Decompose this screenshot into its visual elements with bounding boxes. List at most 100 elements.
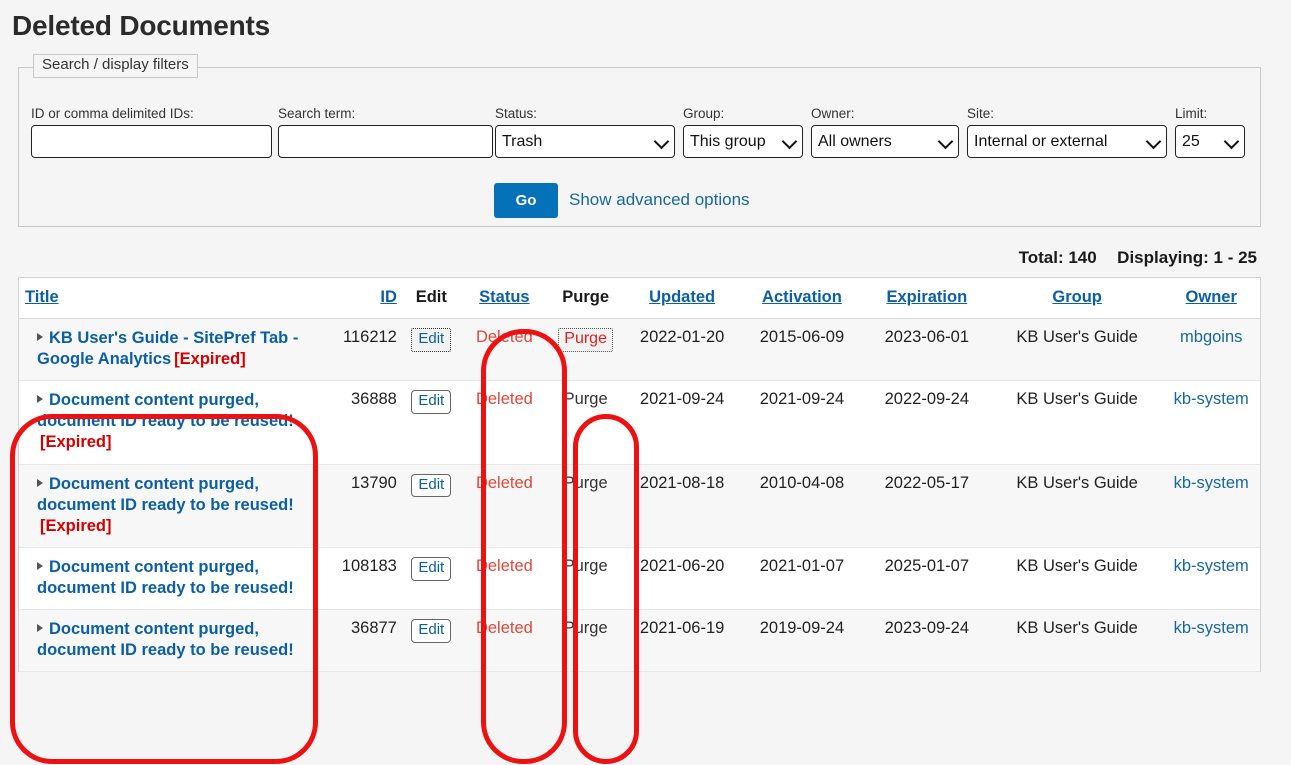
cell-activation: 2019-09-24 xyxy=(742,610,862,672)
table-row: Document content purged, document ID rea… xyxy=(19,610,1260,672)
show-advanced-options-link[interactable]: Show advanced options xyxy=(569,190,750,210)
status-badge: Deleted xyxy=(476,390,533,408)
purge-button[interactable]: Purge xyxy=(564,390,608,408)
sort-updated-link[interactable]: Updated xyxy=(649,288,715,306)
cell-updated: 2021-06-20 xyxy=(622,547,742,609)
edit-button[interactable]: Edit xyxy=(411,390,451,414)
status-select[interactable]: Trash xyxy=(495,125,675,158)
owner-link[interactable]: kb-system xyxy=(1174,619,1249,637)
document-title-link[interactable]: Document content purged, document ID rea… xyxy=(37,475,294,514)
header-edit: Edit xyxy=(403,278,460,319)
cell-updated: 2021-08-18 xyxy=(622,464,742,547)
purge-button[interactable]: Purge xyxy=(564,557,608,575)
status-badge: Deleted xyxy=(476,474,533,492)
cell-owner: mbgoins xyxy=(1162,319,1260,381)
expand-triangle-icon[interactable] xyxy=(37,333,43,341)
cell-updated: 2021-06-19 xyxy=(622,610,742,672)
cell-purge: Purge xyxy=(549,464,622,547)
purge-button[interactable]: Purge xyxy=(564,619,608,637)
cell-title: KB User's Guide - SitePref Tab - Google … xyxy=(19,319,324,381)
edit-button[interactable]: Edit xyxy=(411,619,451,643)
table-row: KB User's Guide - SitePref Tab - Google … xyxy=(19,319,1260,381)
cell-edit: Edit xyxy=(403,464,460,547)
sort-status-link[interactable]: Status xyxy=(479,288,529,306)
cell-title: Document content purged, document ID rea… xyxy=(19,464,324,547)
owner-select-wrap: All owners xyxy=(811,125,959,158)
cell-edit: Edit xyxy=(403,319,460,381)
cell-status: Deleted xyxy=(460,610,549,672)
ids-input[interactable] xyxy=(31,125,272,158)
limit-field-group: Limit: 25 xyxy=(1175,106,1245,158)
sort-id-link[interactable]: ID xyxy=(380,288,397,306)
cell-status: Deleted xyxy=(460,319,549,381)
site-select[interactable]: Internal or external xyxy=(967,125,1167,158)
filters-legend: Search / display filters xyxy=(33,54,198,78)
total-count: Total: 140 xyxy=(1019,248,1097,267)
status-label: Status: xyxy=(495,106,675,121)
cell-status: Deleted xyxy=(460,547,549,609)
cell-activation: 2021-09-24 xyxy=(742,381,862,464)
cell-activation: 2015-06-09 xyxy=(742,319,862,381)
cell-activation: 2010-04-08 xyxy=(742,464,862,547)
owner-link[interactable]: kb-system xyxy=(1174,390,1249,408)
purge-button[interactable]: Purge xyxy=(558,328,613,352)
site-select-wrap: Internal or external xyxy=(967,125,1167,158)
expand-triangle-icon[interactable] xyxy=(37,479,43,487)
sort-title-link[interactable]: Title xyxy=(25,288,59,306)
header-updated: Updated xyxy=(622,278,742,319)
cell-expiration: 2023-06-01 xyxy=(862,319,992,381)
edit-button[interactable]: Edit xyxy=(411,557,451,581)
cell-status: Deleted xyxy=(460,381,549,464)
cell-purge: Purge xyxy=(549,610,622,672)
expired-badge: [Expired] xyxy=(40,517,112,535)
go-button[interactable]: Go xyxy=(494,183,558,218)
cell-group: KB User's Guide xyxy=(992,319,1163,381)
search-input[interactable] xyxy=(278,125,493,158)
cell-edit: Edit xyxy=(403,547,460,609)
cell-owner: kb-system xyxy=(1162,381,1260,464)
owner-link[interactable]: kb-system xyxy=(1174,557,1249,575)
search-term-label: Search term: xyxy=(278,106,493,121)
ids-label: ID or comma delimited IDs: xyxy=(31,106,272,121)
owner-link[interactable]: mbgoins xyxy=(1180,328,1242,346)
site-label: Site: xyxy=(967,106,1167,121)
table-row: Document content purged, document ID rea… xyxy=(19,464,1260,547)
expand-triangle-icon[interactable] xyxy=(37,562,43,570)
owner-link[interactable]: kb-system xyxy=(1174,474,1249,492)
deleted-documents-page: Deleted Documents Search / display filte… xyxy=(0,0,1291,765)
sort-expiration-link[interactable]: Expiration xyxy=(886,288,967,306)
cell-activation: 2021-01-07 xyxy=(742,547,862,609)
group-select[interactable]: This group xyxy=(683,125,803,158)
cell-edit: Edit xyxy=(403,381,460,464)
limit-select[interactable]: 25 xyxy=(1175,125,1245,158)
cell-title: Document content purged, document ID rea… xyxy=(19,610,324,672)
limit-label: Limit: xyxy=(1175,106,1245,121)
cell-purge: Purge xyxy=(549,547,622,609)
group-field-group: Group: This group xyxy=(683,106,803,158)
cell-status: Deleted xyxy=(460,464,549,547)
expand-triangle-icon[interactable] xyxy=(37,395,43,403)
header-expiration: Expiration xyxy=(862,278,992,319)
sort-activation-link[interactable]: Activation xyxy=(762,288,842,306)
edit-button[interactable]: Edit xyxy=(411,328,451,352)
owner-select[interactable]: All owners xyxy=(811,125,959,158)
cell-id: 36888 xyxy=(324,381,403,464)
document-title-link[interactable]: Document content purged, document ID rea… xyxy=(37,620,294,659)
cell-id: 13790 xyxy=(324,464,403,547)
document-title-link[interactable]: Document content purged, document ID rea… xyxy=(37,391,294,430)
status-badge: Deleted xyxy=(476,328,533,346)
sort-owner-link[interactable]: Owner xyxy=(1186,288,1237,306)
cell-purge: Purge xyxy=(549,319,622,381)
cell-group: KB User's Guide xyxy=(992,547,1163,609)
document-title-link[interactable]: Document content purged, document ID rea… xyxy=(37,558,294,597)
edit-button[interactable]: Edit xyxy=(411,474,451,498)
document-title-link[interactable]: KB User's Guide - SitePref Tab - Google … xyxy=(37,329,298,368)
expand-triangle-icon[interactable] xyxy=(37,624,43,632)
ids-field-group: ID or comma delimited IDs: xyxy=(31,106,272,158)
cell-updated: 2021-09-24 xyxy=(622,381,742,464)
sort-group-link[interactable]: Group xyxy=(1052,288,1102,306)
cell-id: 116212 xyxy=(324,319,403,381)
purge-button[interactable]: Purge xyxy=(564,474,608,492)
cell-group: KB User's Guide xyxy=(992,381,1163,464)
results-table-wrapper: Title ID Edit Status Purge Updated Activ… xyxy=(18,277,1261,672)
